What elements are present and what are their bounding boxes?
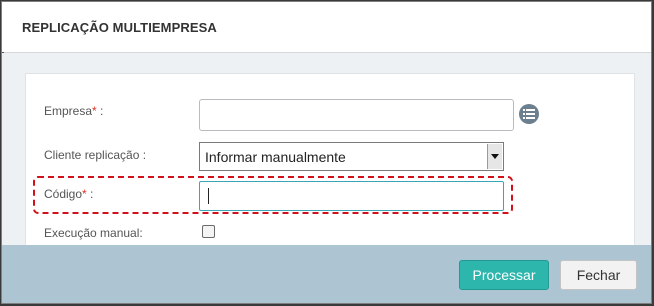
cliente-replicacao-select[interactable]: Informar manualmente: [199, 142, 504, 171]
execucao-manual-checkbox[interactable]: [202, 225, 215, 238]
dialog-footer: Processar Fechar: [2, 245, 651, 303]
dialog-body: Empresa* : Cliente replicação : Informar…: [2, 53, 651, 246]
form-card: Empresa* : Cliente replicação : Informar…: [25, 73, 635, 246]
empresa-label: Empresa* :: [44, 104, 104, 118]
codigo-input[interactable]: [199, 181, 504, 211]
process-button[interactable]: Processar: [459, 260, 549, 290]
replication-dialog: REPLICAÇÃO MULTIEMPRESA Empresa* : Clien…: [1, 1, 652, 304]
empresa-list-button[interactable]: [519, 104, 539, 124]
cliente-replicacao-label: Cliente replicação :: [44, 148, 147, 162]
cliente-replicacao-value: Informar manualmente: [205, 149, 346, 165]
execucao-manual-label: Execução manual:: [44, 226, 143, 240]
empresa-input[interactable]: [199, 99, 514, 131]
dialog-header: REPLICAÇÃO MULTIEMPRESA: [2, 2, 651, 53]
list-icon: [523, 109, 535, 119]
codigo-label: Código* :: [44, 187, 94, 201]
close-button[interactable]: Fechar: [560, 260, 637, 290]
text-cursor: [208, 188, 209, 204]
dialog-title: REPLICAÇÃO MULTIEMPRESA: [22, 20, 217, 35]
chevron-down-icon[interactable]: [487, 144, 502, 169]
